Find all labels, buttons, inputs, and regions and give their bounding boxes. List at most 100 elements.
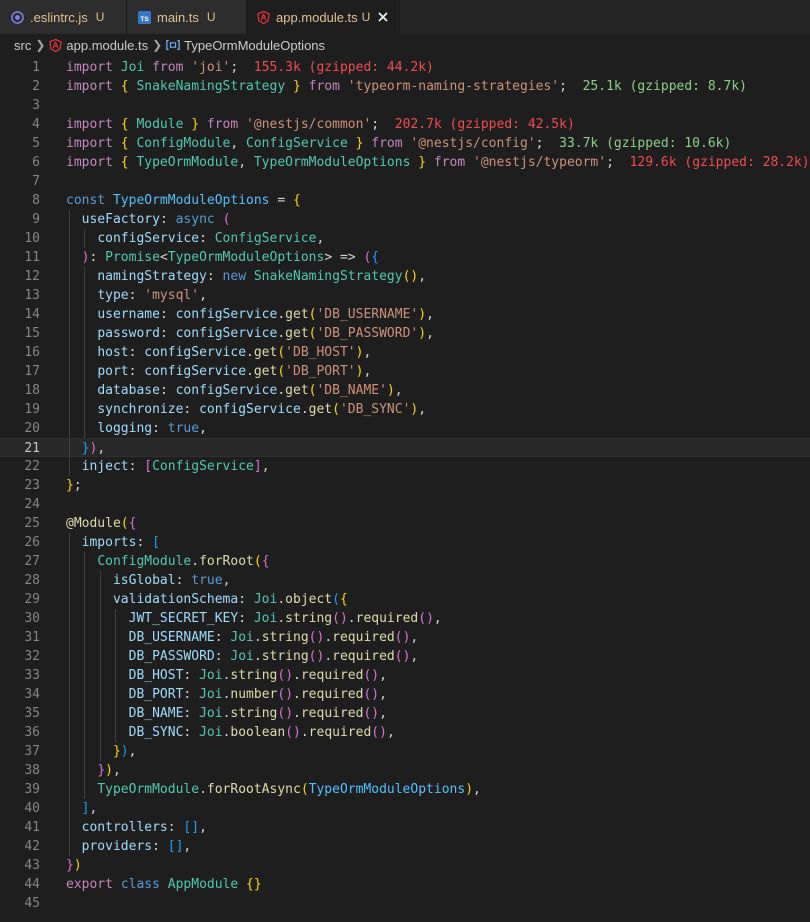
- line-number: 42: [24, 839, 40, 854]
- code-line[interactable]: 6 import { TypeOrmModule, TypeOrmModuleOp…: [0, 153, 810, 172]
- code-line[interactable]: 17 port: configService.get('DB_PORT'),: [0, 362, 810, 381]
- code-line[interactable]: 29 validationSchema: Joi.object({: [0, 590, 810, 609]
- line-number: 1: [32, 60, 40, 75]
- indent-guide: [69, 267, 70, 286]
- code-line[interactable]: 12 namingStrategy: new SnakeNamingStrate…: [0, 267, 810, 286]
- indent-guide: [69, 742, 70, 761]
- indent-guide: [84, 609, 86, 628]
- line-number: 36: [24, 725, 40, 740]
- indent-guide: [69, 305, 70, 324]
- line-number: 2: [32, 79, 40, 94]
- code-line[interactable]: 31 DB_USERNAME: Joi.string().required(),: [0, 628, 810, 647]
- code-line[interactable]: 22 inject: [ConfigService],: [0, 457, 810, 476]
- indent-guide: [69, 362, 70, 381]
- indent-guide: [69, 704, 70, 723]
- code-line[interactable]: 25 @Module({: [0, 514, 810, 533]
- tab-status: U: [206, 10, 216, 24]
- code-line[interactable]: 38 }),: [0, 761, 810, 780]
- indent-guide: [99, 571, 101, 590]
- code-line[interactable]: 19 synchronize: configService.get('DB_SY…: [0, 400, 810, 419]
- code-line[interactable]: 44 export class AppModule {}: [0, 875, 810, 894]
- code-line[interactable]: 2 import { SnakeNamingStrategy } from 'ty…: [0, 77, 810, 96]
- code-line[interactable]: 41 controllers: [],: [0, 818, 810, 837]
- line-number: 7: [32, 174, 40, 189]
- indent-guide: [69, 818, 70, 837]
- line-number: 12: [24, 269, 40, 284]
- code-line[interactable]: 34 DB_PORT: Joi.number().required(),: [0, 685, 810, 704]
- code-line[interactable]: 24: [0, 495, 810, 514]
- line-number: 31: [24, 630, 40, 645]
- angular-icon: [49, 38, 63, 52]
- code-line[interactable]: 16 host: configService.get('DB_HOST'),: [0, 343, 810, 362]
- line-number: 10: [24, 231, 40, 246]
- line-number: 14: [24, 307, 40, 322]
- code-line[interactable]: 32 DB_PASSWORD: Joi.string().required(),: [0, 647, 810, 666]
- code-line[interactable]: 35 DB_NAME: Joi.string().required(),: [0, 704, 810, 723]
- code-text: password: configService.get('DB_PASSWORD…: [97, 326, 434, 341]
- line-number: 32: [24, 649, 40, 664]
- line-number: 37: [24, 744, 40, 759]
- code-line[interactable]: 36 DB_SYNC: Joi.boolean().required(),: [0, 723, 810, 742]
- code-line[interactable]: 33 DB_HOST: Joi.string().required(),: [0, 666, 810, 685]
- code-line[interactable]: 40 ],: [0, 799, 810, 818]
- breadcrumb-symbol[interactable]: TypeOrmModuleOptions: [166, 38, 325, 53]
- code-line[interactable]: 43}): [0, 856, 810, 875]
- code-line[interactable]: 39 TypeOrmModule.forRootAsync(TypeOrmMod…: [0, 780, 810, 799]
- line-number: 40: [24, 801, 40, 816]
- code-line[interactable]: 27 ConfigModule.forRoot({: [0, 552, 810, 571]
- indent-guide: [115, 628, 117, 647]
- indent-guide: [115, 723, 117, 742]
- code-text: port: configService.get('DB_PORT'),: [97, 364, 372, 379]
- indent-guide: [69, 229, 70, 248]
- code-line[interactable]: 10 configService: ConfigService,: [0, 229, 810, 248]
- code-text: validationSchema: Joi.object({: [112, 592, 348, 607]
- code-line[interactable]: 42 providers: [],: [0, 837, 810, 856]
- code-line[interactable]: 5 import { ConfigModule, ConfigService } …: [0, 134, 810, 153]
- tab-eslintrc[interactable]: .eslintrc.js U: [0, 0, 127, 34]
- tab-main-ts[interactable]: TS main.ts U: [127, 0, 247, 34]
- code-line[interactable]: 28 isGlobal: true,: [0, 571, 810, 590]
- code-line[interactable]: 45: [0, 894, 810, 913]
- line-number: 38: [24, 763, 40, 778]
- code-line[interactable]: 26 imports: [: [0, 533, 810, 552]
- indent-guide: [84, 590, 86, 609]
- code-line[interactable]: 4 import { Module } from '@nestjs/common'…: [0, 115, 810, 134]
- code-line[interactable]: 1 import Joi from 'joi'; 155.3k (gzipped:…: [0, 58, 810, 77]
- code-line[interactable]: 11 ): Promise<TypeOrmModuleOptions> => (…: [0, 248, 810, 267]
- close-icon[interactable]: [376, 9, 389, 25]
- code-line[interactable]: 23};: [0, 476, 810, 495]
- code-editor[interactable]: 1 import Joi from 'joi'; 155.3k (gzipped:…: [0, 56, 810, 922]
- line-number: 18: [24, 383, 40, 398]
- code-line[interactable]: 30 JWT_SECRET_KEY: Joi.string().required…: [0, 609, 810, 628]
- code-text: }): [66, 858, 82, 873]
- code-line[interactable]: 14 username: configService.get('DB_USERN…: [0, 305, 810, 324]
- code-line[interactable]: 18 database: configService.get('DB_NAME'…: [0, 381, 810, 400]
- code-text: useFactory: async (: [81, 212, 231, 227]
- breadcrumb-symbol-label: TypeOrmModuleOptions: [184, 37, 326, 53]
- code-text: }),: [81, 441, 106, 456]
- code-line[interactable]: 7: [0, 172, 810, 191]
- line-number: 24: [24, 497, 40, 512]
- code-line[interactable]: 8 const TypeOrmModuleOptions = {: [0, 191, 810, 210]
- code-line[interactable]: 9 useFactory: async (: [0, 210, 810, 229]
- code-line[interactable]: 15 password: configService.get('DB_PASSW…: [0, 324, 810, 343]
- code-text: providers: [],: [81, 839, 192, 854]
- code-line[interactable]: 20 logging: true,: [0, 419, 810, 438]
- code-line[interactable]: 21 }),: [0, 438, 810, 457]
- breadcrumb-file-label: app.module.ts: [66, 37, 149, 53]
- tab-label: app.module.ts: [276, 9, 358, 25]
- tab-status: U: [95, 10, 105, 24]
- line-number: 3: [32, 98, 40, 113]
- indent-guide: [99, 742, 101, 761]
- tab-app-module[interactable]: app.module.ts U: [247, 0, 400, 34]
- indent-guide: [69, 723, 70, 742]
- breadcrumb-folder[interactable]: src: [14, 38, 31, 53]
- code-line[interactable]: 3: [0, 96, 810, 115]
- breadcrumb: src ❯ app.module.ts ❯ TypeOrmModuleOptio…: [0, 34, 810, 56]
- tab-label: main.ts: [157, 9, 199, 25]
- indent-guide: [69, 761, 70, 780]
- code-text: host: configService.get('DB_HOST'),: [97, 345, 372, 360]
- breadcrumb-file[interactable]: app.module.ts: [49, 38, 148, 53]
- code-line[interactable]: 37 }),: [0, 742, 810, 761]
- code-line[interactable]: 13 type: 'mysql',: [0, 286, 810, 305]
